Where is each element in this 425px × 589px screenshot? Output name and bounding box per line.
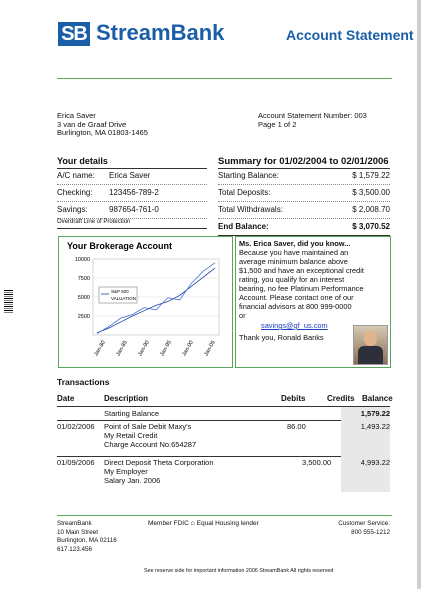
col-description: Description (104, 394, 149, 403)
row-description: Starting Balance (104, 409, 160, 418)
transactions-header: Date Description Debits Credits Balance (57, 394, 393, 407)
promo-line: Account. Please contact one of our (239, 293, 354, 302)
table-row: Starting Balance 1,579.22 (57, 407, 390, 421)
footer-bank-name: StreamBank (57, 520, 92, 527)
chart-x-tick-label: Jan-05 (203, 340, 217, 358)
promo-line: rating, you qualify for an interest (239, 275, 345, 284)
row-balance: 1,493.22 (341, 420, 390, 456)
summary-end-row: End Balance: $ 3,070.52 (218, 222, 390, 236)
promo-box: Ms. Erica Saver, did you know... Because… (235, 236, 391, 368)
col-debits: Debits (281, 394, 306, 403)
footer-note: See reserve side for important informati… (144, 568, 334, 574)
footer-fdic: Member FDIC ⌂ Equal Housing lender (148, 520, 259, 527)
bank-logo-mark: SB (58, 22, 90, 46)
promo-line: average minimum balance above (239, 257, 348, 266)
bank-logo-text: StreamBank (96, 20, 225, 45)
footer-divider (57, 515, 392, 516)
summary-rows: Starting Balance: $ 1,579.22 Total Deposi… (218, 171, 390, 236)
summary-row: Starting Balance: $ 1,579.22 (218, 171, 390, 185)
details-title-rule (57, 168, 207, 169)
chart-y-tick-label: 5000 (78, 295, 90, 301)
promo-line: $1,500 and have an exceptional credit (239, 266, 364, 275)
row-balance: 1,579.22 (341, 407, 390, 420)
chart-y-tick-label: 7500 (78, 276, 90, 282)
chart-title: Your Brokerage Account (67, 241, 172, 251)
summary-title: Summary for 01/02/2004 to 02/01/2006 (218, 156, 389, 167)
statement-number-label: Account Statement Number: (258, 111, 353, 120)
footer-service: Customer Service: 800 555-1212 (338, 520, 390, 536)
row-debits: 86.00 (287, 422, 306, 431)
promo-line: financial advisors at 800 999-0000 (239, 302, 352, 311)
chart-legend-label: VALUATION (111, 296, 136, 301)
overdraft-note: Overdraft Line of Protection (57, 219, 131, 225)
chart-legend-label: S&P 500 (111, 289, 129, 294)
chart-y-tick-label: 10000 (75, 257, 90, 263)
header-divider (57, 78, 392, 79)
brokerage-chart-box: Your Brokerage Account 10000 7500 5000 2500… (58, 236, 233, 368)
table-row: 01/09/2006 Direct Deposit Theta Corporat… (57, 456, 390, 492)
col-credits: Credits (327, 394, 355, 403)
chart-x-tick-label: Jan-80 (93, 340, 107, 358)
advisor-photo (353, 325, 388, 365)
customer-address: Erica Saver 3 van de Graaf Drive Burling… (57, 111, 148, 138)
details-row: Checking: 123456-789-2 (57, 188, 207, 202)
details-row: Savings: 987654-761-0 (57, 205, 207, 219)
footer-address: StreamBank 10 Main Street Burlington, MA… (57, 520, 117, 553)
chart-y-tick-label: 2500 (78, 314, 90, 320)
advisor-suit (358, 346, 383, 364)
statement-number: 003 (354, 111, 367, 120)
barcode-graphic (4, 290, 13, 314)
chart-x-tick-label: Jan-85 (115, 340, 129, 358)
row-description: Point of Sale Debit Maxy's My Retail Cre… (104, 422, 197, 449)
details-row: A/C name: Erica Saver (57, 171, 207, 185)
col-balance: Balance (362, 394, 393, 403)
row-date: 01/02/2006 (57, 422, 95, 431)
chart-x-tick-label: Jan-95 (159, 340, 173, 358)
row-credits: 3,500.00 (302, 458, 332, 467)
table-row: 01/02/2006 Point of Sale Debit Maxy's My… (57, 420, 390, 457)
summary-row: Total Withdrawals: $ 2,008.70 (218, 205, 390, 219)
document-title: Account Statement (286, 27, 414, 43)
brokerage-chart: Your Brokerage Account 10000 7500 5000 2500… (67, 241, 220, 358)
col-date: Date (57, 394, 75, 403)
promo-line: bearing, no fee Platinum Performance (239, 284, 364, 293)
details-title: Your details (57, 156, 108, 166)
chart-x-tick-label: Jan-00 (181, 340, 195, 358)
customer-address-line2: Burlington, MA 01803-1465 (57, 128, 148, 137)
promo-line: or (239, 311, 246, 320)
summary-title-rule (218, 168, 390, 169)
promo-line: Because you have maintained an (239, 248, 349, 257)
statement-info: Account Statement Number: 003 Page 1 of … (258, 111, 367, 129)
row-balance: 4,993.22 (341, 456, 390, 492)
house-icon: ⌂ (190, 520, 195, 527)
promo-title: Ms. Erica Saver, did you know... (239, 239, 351, 248)
chart-x-tick-label: Jan-90 (137, 340, 151, 358)
details-bottom-rule (57, 228, 207, 229)
details-rows: A/C name: Erica Saver Checking: 123456-789… (57, 171, 207, 219)
advisor-face (364, 331, 377, 346)
transactions-title: Transactions (57, 377, 110, 387)
row-date: 01/09/2006 (57, 458, 95, 467)
summary-row: Total Deposits: $ 3,500.00 (218, 188, 390, 202)
statement-page: Page 1 of 2 (258, 119, 297, 129)
row-description: Direct Deposit Theta Corporation My Empl… (104, 458, 214, 485)
